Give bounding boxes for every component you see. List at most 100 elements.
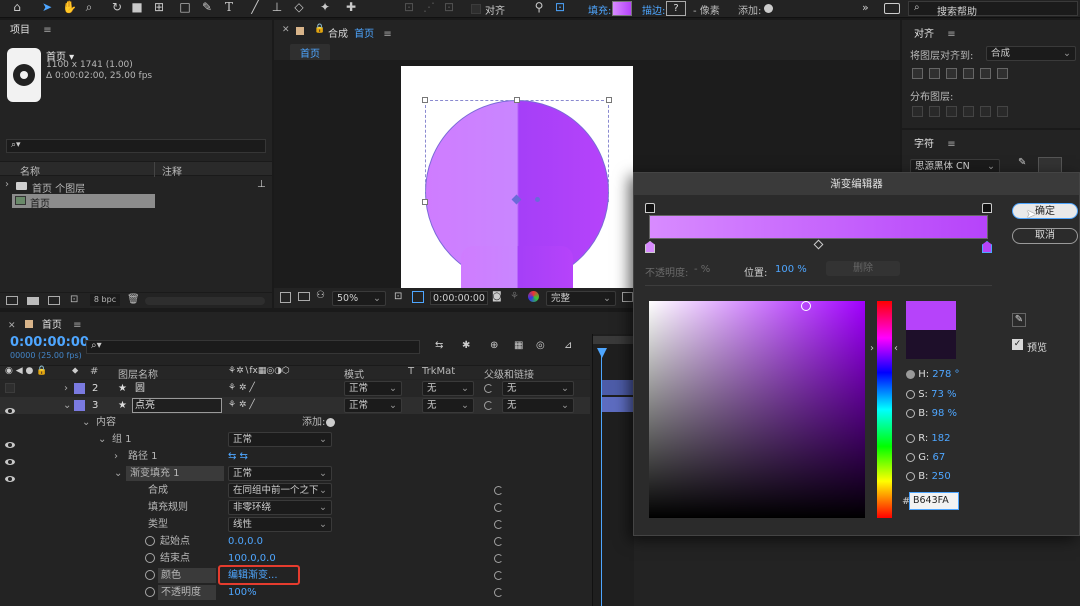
stopwatch-icon[interactable] bbox=[145, 570, 155, 580]
layer-2-bar[interactable] bbox=[602, 380, 635, 395]
align-checkbox[interactable] bbox=[471, 4, 481, 14]
preview-checkbox[interactable]: ✓ bbox=[1012, 339, 1023, 350]
layer-parent-dropdown[interactable]: 无 bbox=[502, 398, 574, 413]
expression-pickwhip-icon[interactable] bbox=[494, 520, 503, 529]
layer-row-3[interactable]: ⌄ 3 ★ 点亮 ⚘ ✲ ╱ 正常 无 无 bbox=[0, 397, 590, 414]
hex-input[interactable]: B643FA bbox=[909, 492, 959, 510]
pickwhip-icon[interactable] bbox=[484, 384, 493, 393]
column-name[interactable]: 名称 bbox=[20, 163, 40, 178]
zoom-dropdown[interactable]: 50% bbox=[332, 291, 386, 306]
project-folder-row[interactable]: › 首页 个图层 ⊥ bbox=[0, 178, 272, 195]
fill-label[interactable]: 填充: bbox=[588, 2, 611, 17]
delete-icon[interactable]: 🗑 bbox=[127, 294, 140, 305]
green-value[interactable]: 67 bbox=[933, 452, 946, 463]
timeline-close-icon[interactable]: ✕ bbox=[8, 321, 16, 331]
composite-row[interactable]: 合成 在同组中前一个之下 bbox=[0, 482, 590, 499]
grid-icon[interactable]: ⊡ bbox=[394, 291, 402, 302]
stroke-width[interactable]: - 像素 bbox=[693, 2, 720, 17]
comp-tab-menu-icon[interactable]: ≡ bbox=[383, 29, 391, 40]
align-left-icon[interactable] bbox=[912, 68, 923, 79]
new-folder-icon[interactable] bbox=[27, 297, 39, 305]
handle-ml[interactable] bbox=[422, 199, 428, 205]
stop-location-value[interactable]: 100 % bbox=[775, 264, 807, 275]
group-arrow-icon[interactable]: ⌄ bbox=[98, 431, 106, 448]
comp-tab-label[interactable]: 合成 首页 ≡ bbox=[328, 25, 392, 40]
project-scrollbar[interactable] bbox=[145, 297, 265, 305]
adjust-icon[interactable]: ⊡ bbox=[70, 294, 78, 305]
expression-pickwhip-icon[interactable] bbox=[494, 486, 503, 495]
hue-radio[interactable] bbox=[906, 369, 915, 379]
fill-swatch[interactable] bbox=[612, 1, 632, 16]
align-hcenter-icon[interactable] bbox=[929, 68, 940, 79]
selection-tool-icon[interactable]: ➤ bbox=[40, 0, 54, 14]
pan-behind-tool-icon[interactable]: ⊞ bbox=[152, 0, 166, 14]
eyedropper-icon[interactable]: ✎ bbox=[1012, 313, 1026, 327]
layer-label-color[interactable] bbox=[74, 383, 85, 394]
time-ruler[interactable] bbox=[593, 336, 635, 344]
start-point-row[interactable]: 起始点 0.0,0.0 bbox=[0, 533, 590, 550]
color-stop-left[interactable] bbox=[645, 241, 655, 253]
layer-3-bar[interactable] bbox=[602, 397, 635, 412]
contents-arrow-icon[interactable]: ⌄ bbox=[82, 414, 90, 431]
brightness-field[interactable]: B: 98 % bbox=[906, 408, 957, 419]
brightness-value[interactable]: 98 % bbox=[932, 408, 957, 419]
path-arrow-icon[interactable]: › bbox=[114, 448, 118, 465]
saturation-value[interactable]: 73 % bbox=[931, 389, 956, 400]
project-search-input[interactable]: ⌕▾ bbox=[6, 139, 266, 153]
distribute-vcenter-icon[interactable] bbox=[929, 106, 940, 117]
opacity-stop-right[interactable] bbox=[982, 203, 992, 213]
comp-flowchart-icon[interactable]: ⇆ bbox=[435, 340, 443, 351]
new-comp-icon[interactable] bbox=[48, 296, 60, 305]
stop-opacity-value[interactable]: - % bbox=[694, 264, 710, 275]
camera-tool-icon[interactable]: ■ bbox=[130, 0, 144, 14]
fast-preview-icon[interactable] bbox=[622, 292, 633, 302]
snap-grid-icon[interactable]: ⊡ bbox=[402, 0, 416, 14]
red-field[interactable]: R: 182 bbox=[906, 433, 950, 444]
path-row[interactable]: › 路径 1 ⇆ ⇆ bbox=[0, 448, 590, 465]
gradient-fill-blend-dropdown[interactable]: 正常 bbox=[228, 466, 332, 481]
snapshot-icon[interactable]: ◙ bbox=[492, 291, 502, 302]
rectangle-tool-icon[interactable]: □ bbox=[178, 0, 192, 14]
color-channel-icon[interactable] bbox=[528, 291, 539, 302]
timeline-track-area[interactable] bbox=[592, 334, 635, 606]
align-top-icon[interactable] bbox=[963, 68, 974, 79]
layer-name-input[interactable]: 点亮 bbox=[132, 398, 222, 413]
gradient-base-shape[interactable] bbox=[461, 246, 573, 288]
layer-collapse-arrow-icon[interactable]: ⌄ bbox=[63, 397, 71, 414]
lock-icon[interactable]: 🔒 bbox=[314, 24, 325, 34]
draft-3d-icon[interactable]: ✱ bbox=[462, 340, 470, 351]
handle-tr[interactable] bbox=[606, 97, 612, 103]
home-icon[interactable]: ⌂ bbox=[10, 0, 24, 14]
color-picker-cursor[interactable] bbox=[801, 301, 811, 311]
motion-blur-icon[interactable]: ◎ bbox=[536, 340, 545, 351]
hand-tool-icon[interactable]: ✋ bbox=[62, 0, 77, 14]
group-blend-dropdown[interactable]: 正常 bbox=[228, 432, 332, 447]
column-layer-name[interactable]: 图层名称 bbox=[118, 366, 158, 381]
distribute-right-icon[interactable] bbox=[997, 106, 1008, 117]
saturation-brightness-field[interactable] bbox=[649, 301, 865, 518]
shy-layers-icon[interactable]: ⊕ bbox=[490, 340, 498, 351]
gradient-fill-row[interactable]: ⌄ 渐变填充 1 正常 bbox=[0, 465, 590, 482]
align-right-icon[interactable] bbox=[946, 68, 957, 79]
column-trkmat[interactable]: TrkMat bbox=[422, 366, 455, 377]
bpc-label[interactable]: 8 bpc bbox=[90, 294, 120, 306]
interpret-footage-icon[interactable] bbox=[6, 296, 18, 305]
fill-rule-dropdown[interactable]: 非零环绕 bbox=[228, 500, 332, 515]
green-radio[interactable] bbox=[906, 452, 915, 462]
comp-breadcrumb[interactable]: 首页 bbox=[290, 44, 330, 61]
timeline-search-input[interactable]: ⌕▾ bbox=[86, 340, 420, 354]
align-bottom-icon[interactable] bbox=[997, 68, 1008, 79]
expression-pickwhip-icon[interactable] bbox=[494, 537, 503, 546]
type-row[interactable]: 类型 线性 bbox=[0, 516, 590, 533]
show-snapshot-icon[interactable]: ⚘ bbox=[510, 291, 519, 302]
video-toggle[interactable] bbox=[5, 383, 15, 393]
layer-expand-arrow-icon[interactable]: › bbox=[64, 380, 68, 397]
snap-edge-icon[interactable]: ⊡ bbox=[442, 0, 456, 14]
graph-editor-icon[interactable]: ⊿ bbox=[564, 340, 572, 351]
composite-dropdown[interactable]: 在同组中前一个之下 bbox=[228, 483, 332, 498]
cancel-button[interactable]: 取消 bbox=[1012, 228, 1078, 244]
opacity-row[interactable]: 不透明度 100% bbox=[0, 584, 590, 601]
expand-arrow-icon[interactable]: › bbox=[5, 179, 9, 190]
expression-pickwhip-icon[interactable] bbox=[494, 571, 503, 580]
layer-trkmat-dropdown[interactable]: 无 bbox=[422, 381, 474, 396]
